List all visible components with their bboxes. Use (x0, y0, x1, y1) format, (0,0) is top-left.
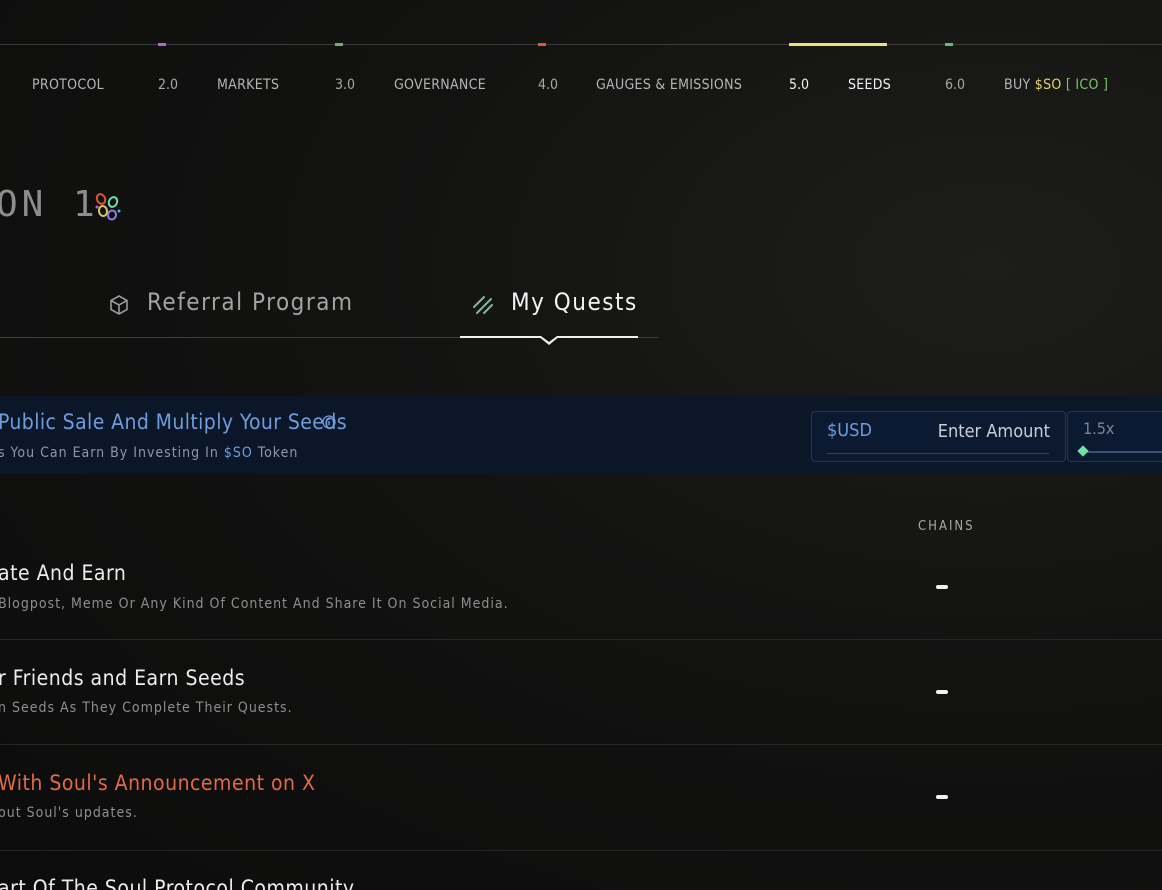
quest-chain-dash (936, 795, 948, 799)
nav-marker-gauges (538, 43, 546, 46)
nav-num-gauges: 4.0 (538, 77, 559, 93)
nav-item-protocol[interactable]: PROTOCOL (32, 77, 104, 93)
nav-marker-seeds-active (789, 43, 887, 46)
amount-currency-label: $USD (827, 420, 872, 441)
quest-description: n Seeds As They Complete Their Quests. (0, 700, 293, 716)
quests-slash-icon (473, 296, 493, 314)
tab-active-caret-inner (541, 336, 557, 342)
amount-input-underline (827, 453, 1049, 454)
nav-num-buy: 6.0 (945, 77, 966, 93)
nav-buy-token: $SO (1034, 77, 1062, 93)
quest-row[interactable]: art Of The Soul Protocol Community (0, 862, 1162, 890)
nav-item-buy-so[interactable]: BUY $SO [ ICO ] (1004, 77, 1108, 93)
banner-title: Public Sale And Multiply Your Seeds (0, 410, 347, 434)
quest-description: Blogpost, Meme Or Any Kind Of Content An… (0, 596, 509, 612)
quest-title: ate And Earn (0, 561, 127, 585)
quest-title: With Soul's Announcement on X (0, 771, 316, 795)
nav-num-seeds: 5.0 (789, 77, 810, 93)
nav-item-seeds[interactable]: SEEDS (848, 77, 891, 93)
chains-column-header: CHAINS (918, 519, 975, 534)
nav-buy-label: BUY (1004, 77, 1031, 93)
info-icon[interactable] (322, 415, 336, 429)
season-title: ON 1 (0, 184, 99, 225)
row-divider (0, 850, 1162, 851)
nav-marker-buy (945, 43, 953, 46)
quest-row[interactable]: r Friends and Earn Seeds n Seeds As They… (0, 650, 1162, 754)
quest-title: art Of The Soul Protocol Community (0, 876, 355, 890)
quest-chain-dash (936, 690, 948, 694)
banner-subtitle-token: $SO (223, 445, 253, 461)
quest-description: out Soul's updates. (0, 805, 138, 821)
quest-row[interactable]: ate And Earn Blogpost, Meme Or Any Kind … (0, 545, 1162, 649)
nav-marker-governance (335, 43, 343, 46)
referral-cube-icon (110, 295, 128, 315)
banner-subtitle-text: s You Can Earn By Investing In (0, 445, 219, 461)
amount-input[interactable] (880, 419, 1050, 443)
banner-subtitle: s You Can Earn By Investing In $SO Token (0, 445, 298, 461)
quest-chain-dash (936, 585, 948, 589)
nav-marker-markets (158, 43, 166, 46)
tab-quests-label: My Quests (511, 288, 638, 316)
quest-title: r Friends and Earn Seeds (0, 666, 246, 690)
tab-referral-label: Referral Program (147, 288, 354, 316)
nav-progress-line (0, 44, 1162, 45)
tab-referral-program[interactable]: Referral Program (108, 288, 354, 316)
row-divider (0, 639, 1162, 640)
quest-row[interactable]: With Soul's Announcement on X out Soul's… (0, 756, 1162, 860)
nav-item-gauges-emissions[interactable]: GAUGES & EMISSIONS (596, 77, 742, 93)
nav-buy-ico: [ ICO ] (1065, 77, 1109, 93)
multiplier-value: 1.5x (1083, 419, 1115, 438)
nav-item-markets[interactable]: MARKETS (217, 77, 279, 93)
row-divider (0, 744, 1162, 745)
tab-my-quests[interactable]: My Quests (472, 288, 638, 316)
nav-num-markets: 2.0 (158, 77, 179, 93)
nav-num-governance: 3.0 (335, 77, 356, 93)
banner-subtitle-suffix: Token (257, 445, 299, 461)
seeds-icon (95, 193, 121, 221)
nav-item-governance[interactable]: GOVERNANCE (394, 77, 486, 93)
multiplier-slider-track[interactable] (1083, 451, 1162, 453)
